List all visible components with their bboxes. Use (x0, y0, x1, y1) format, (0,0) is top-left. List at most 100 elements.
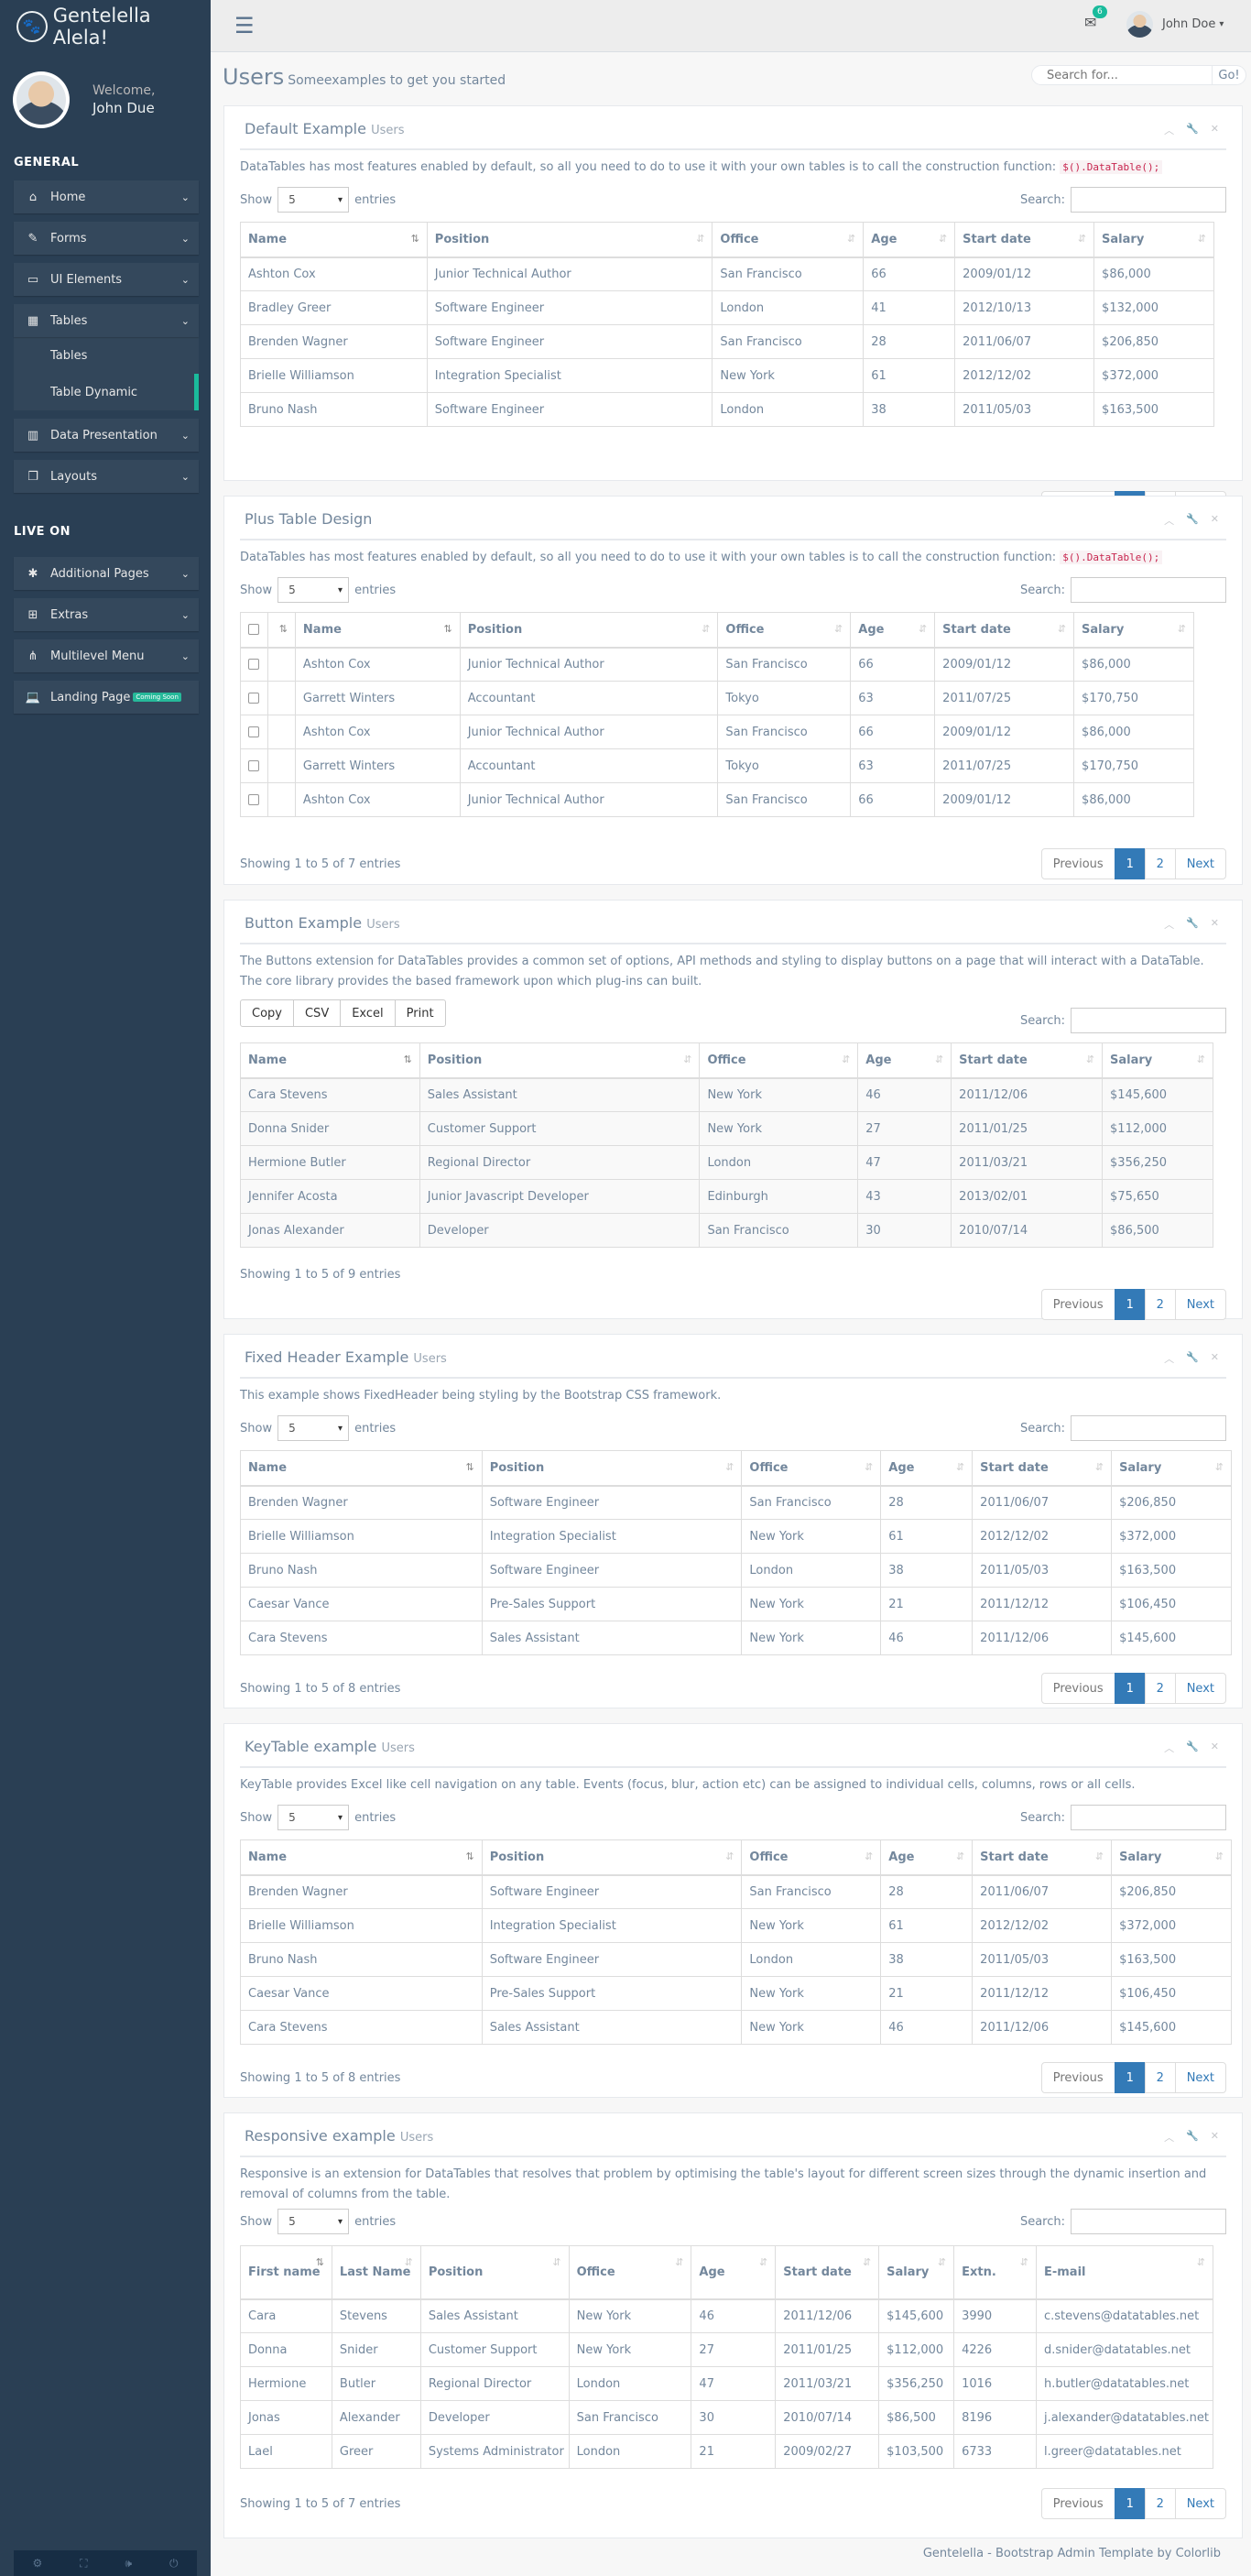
table-row[interactable]: Jonas Alexander Developer San Francisco 30 2… (240, 1213, 1213, 1248)
column-header[interactable]: Age ⇵ (691, 2245, 777, 2300)
column-header[interactable]: Position ⇵ (481, 1450, 743, 1487)
column-header[interactable]: Position ⇵ (426, 222, 713, 258)
row-checkbox[interactable] (267, 715, 296, 749)
table-search-input[interactable] (1071, 577, 1226, 603)
select-all-checkbox[interactable] (240, 612, 268, 649)
table-row[interactable]: Hermione Butler Regional Director London 47 2… (240, 2366, 1214, 2401)
lock-icon[interactable]: 🕪 (125, 2557, 133, 2571)
length-select[interactable]: 5 (277, 1415, 350, 1441)
close-icon[interactable]: ✕ (1211, 123, 1219, 137)
row-checkbox[interactable] (240, 715, 268, 749)
column-header[interactable]: Extn. ⇵ (953, 2245, 1037, 2300)
table-search-input[interactable] (1071, 2209, 1226, 2234)
sidebar-item-data-presentation[interactable]: ▥ Data Presentation ⌄ (14, 419, 199, 452)
next-button[interactable]: Next (1174, 1289, 1226, 1320)
menu-toggle-icon[interactable]: ☰ (234, 13, 255, 38)
sidebar-item-extras[interactable]: ⊞ Extras ⌄ (14, 598, 199, 631)
wrench-icon[interactable]: 🔧 (1186, 1351, 1199, 1366)
page-2-button[interactable]: 2 (1144, 848, 1176, 879)
row-checkbox[interactable] (240, 748, 268, 783)
page-1-button[interactable]: 1 (1114, 848, 1146, 879)
table-row[interactable]: Brielle Williamson Integration Specialist… (240, 1519, 1232, 1554)
page-2-button[interactable]: 2 (1144, 1289, 1176, 1320)
previous-button[interactable]: Previous (1040, 2062, 1115, 2093)
column-header[interactable]: Name ⇅ (240, 1042, 420, 1079)
row-checkbox[interactable] (240, 782, 268, 817)
page-1-button[interactable]: 1 (1114, 2488, 1146, 2519)
column-header[interactable]: Position ⇵ (481, 1839, 743, 1876)
collapse-icon[interactable]: ︿ (1164, 1741, 1174, 1755)
page-1-button[interactable]: 1 (1114, 2062, 1146, 2093)
row-checkbox[interactable] (267, 647, 296, 682)
previous-button[interactable]: Previous (1040, 1673, 1115, 1704)
table-search-input[interactable] (1071, 1415, 1226, 1441)
column-header[interactable]: Name ⇅ (240, 1839, 483, 1876)
column-header[interactable]: Name ⇅ (240, 1450, 483, 1487)
brand[interactable]: 🐾 Gentelella Alela! (0, 0, 211, 52)
table-row[interactable]: Cara Stevens Sales Assistant New York 46 201… (240, 1077, 1213, 1112)
column-header[interactable]: Start date ⇵ (972, 1839, 1113, 1876)
table-row[interactable]: Caesar Vance Pre-Sales Support New York 21 2… (240, 1976, 1232, 2011)
collapse-icon[interactable]: ︿ (1164, 513, 1174, 528)
print-button[interactable]: Print (394, 999, 446, 1027)
page-1-button[interactable]: 1 (1114, 1673, 1146, 1704)
sidebar-item-ui-elements[interactable]: ▭ UI Elements ⌄ (14, 263, 199, 296)
sidebar-item-additional-pages[interactable]: ✱ Additional Pages ⌄ (14, 557, 199, 590)
table-row[interactable]: Brielle Williamson Integration Specialist… (240, 1908, 1232, 1943)
next-button[interactable]: Next (1174, 848, 1226, 879)
sidebar-item-layouts[interactable]: ❐ Layouts ⌄ (14, 460, 199, 493)
column-header[interactable]: Last Name ⇵ (331, 2245, 421, 2300)
close-icon[interactable]: ✕ (1211, 1741, 1219, 1755)
page-2-button[interactable]: 2 (1144, 1673, 1176, 1704)
table-search-input[interactable] (1071, 1008, 1226, 1033)
column-header[interactable]: Start date ⇵ (954, 222, 1095, 258)
column-header[interactable]: Age ⇵ (863, 222, 956, 258)
column-header[interactable]: First name ⇅ (240, 2245, 332, 2300)
column-header[interactable]: Age ⇵ (880, 1839, 974, 1876)
length-select[interactable]: 5 (277, 187, 350, 213)
column-header[interactable]: Salary ⇵ (1073, 612, 1194, 649)
row-checkbox[interactable] (267, 782, 296, 817)
next-button[interactable]: Next (1174, 2488, 1226, 2519)
column-header[interactable]: Salary ⇵ (1093, 222, 1214, 258)
column-header[interactable]: Position ⇵ (419, 1042, 701, 1079)
table-search-input[interactable] (1071, 1805, 1226, 1830)
table-row[interactable]: Brenden Wagner Software Engineer San Franc… (240, 324, 1214, 359)
row-checkbox[interactable] (267, 748, 296, 783)
table-row[interactable]: Cara Stevens Sales Assistant New York 46 2011… (240, 2298, 1214, 2333)
table-row[interactable]: Brielle Williamson Integration Specialist… (240, 358, 1214, 393)
next-button[interactable]: Next (1174, 1673, 1226, 1704)
column-header[interactable]: Salary ⇵ (1111, 1839, 1232, 1876)
page-2-button[interactable]: 2 (1144, 2062, 1176, 2093)
previous-button[interactable]: Previous (1040, 848, 1115, 879)
sidebar-item-tables[interactable]: ▦ Tables ⌄ (14, 304, 199, 337)
column-header[interactable]: Age ⇵ (850, 612, 936, 649)
column-header[interactable]: Office ⇵ (741, 1450, 882, 1487)
close-icon[interactable]: ✕ (1211, 1351, 1219, 1366)
table-row[interactable]: Cara Stevens Sales Assistant New York 46 201… (240, 2010, 1232, 2045)
table-row[interactable]: Brenden Wagner Software Engineer San Franc… (240, 1874, 1232, 1909)
row-checkbox[interactable] (267, 681, 296, 715)
column-header[interactable]: Office ⇵ (717, 612, 852, 649)
column-header[interactable]: Salary ⇵ (878, 2245, 955, 2300)
table-row[interactable]: Garrett Winters Accountant Tokyo 63 2011/07/… (240, 748, 1194, 783)
fullscreen-icon[interactable]: ⛶ (80, 2557, 87, 2571)
go-button[interactable]: Go! (1213, 65, 1246, 85)
column-header[interactable]: Salary ⇵ (1111, 1450, 1232, 1487)
close-icon[interactable]: ✕ (1211, 513, 1219, 528)
collapse-icon[interactable]: ︿ (1164, 917, 1174, 932)
page-2-button[interactable]: 2 (1144, 2488, 1176, 2519)
wrench-icon[interactable]: 🔧 (1186, 513, 1199, 528)
wrench-icon[interactable]: 🔧 (1186, 2130, 1199, 2145)
table-row[interactable]: Bruno Nash Software Engineer London 38 2011/… (240, 392, 1214, 427)
table-row[interactable]: Lael Greer Systems Administrator London 21 20… (240, 2434, 1214, 2469)
table-row[interactable]: Donna Snider Customer Support New York 27 201… (240, 2332, 1214, 2367)
page-1-button[interactable]: 1 (1114, 1289, 1146, 1320)
table-row[interactable]: Bruno Nash Software Engineer London 38 2011/… (240, 1942, 1232, 1977)
column-header[interactable]: Office ⇵ (699, 1042, 859, 1079)
length-select[interactable]: 5 (277, 1805, 350, 1830)
table-row[interactable]: Cara Stevens Sales Assistant New York 46 201… (240, 1621, 1232, 1655)
table-row[interactable]: Brenden Wagner Software Engineer San Franc… (240, 1485, 1232, 1520)
column-header[interactable]: Start date ⇵ (775, 2245, 880, 2300)
table-row[interactable]: Ashton Cox Junior Technical Author San Fra… (240, 257, 1214, 291)
